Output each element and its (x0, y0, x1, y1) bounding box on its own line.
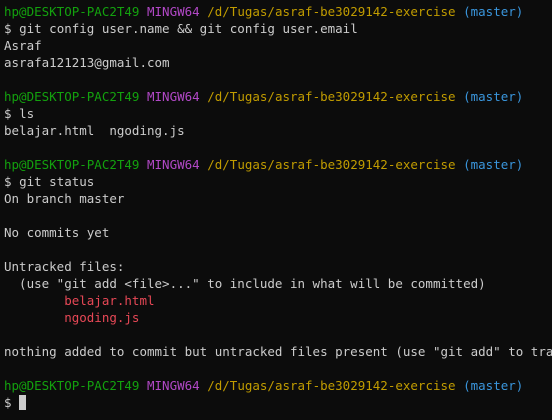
prompt-system: MINGW64 (147, 89, 200, 104)
command-line: $ git status (4, 173, 552, 190)
command-line: $ ls (4, 105, 552, 122)
output-line: On branch master (4, 191, 125, 206)
command-line: $ git config user.name && git config use… (4, 20, 552, 37)
command-text: ls (19, 106, 35, 121)
prompt-user: hp@DESKTOP-PAC2T49 (4, 378, 140, 393)
terminal-window[interactable]: hp@DESKTOP-PAC2T49 MINGW64 /d/Tugas/asra… (0, 0, 552, 420)
output-line: asrafa121213@gmail.com (4, 55, 170, 70)
untracked-file: ngoding.js (4, 310, 140, 325)
prompt-branch: (master) (463, 4, 524, 19)
prompt-symbol: $ (4, 174, 12, 189)
prompt-line: hp@DESKTOP-PAC2T49 MINGW64 /d/Tugas/asra… (4, 156, 552, 173)
prompt-path: /d/Tugas/asraf-be3029142-exercise (207, 89, 456, 104)
prompt-path: /d/Tugas/asraf-be3029142-exercise (207, 4, 456, 19)
prompt-line: hp@DESKTOP-PAC2T49 MINGW64 /d/Tugas/asra… (4, 3, 552, 20)
prompt-symbol: $ (4, 21, 12, 36)
output-line: No commits yet (4, 225, 110, 240)
prompt-user: hp@DESKTOP-PAC2T49 (4, 89, 140, 104)
prompt-symbol: $ (4, 106, 12, 121)
output-line: nothing added to commit but untracked fi… (4, 344, 552, 359)
output-line: Untracked files: (4, 259, 125, 274)
output-line: (use "git add <file>..." to include in w… (4, 276, 486, 291)
prompt-system: MINGW64 (147, 157, 200, 172)
prompt-system: MINGW64 (147, 4, 200, 19)
prompt-user: hp@DESKTOP-PAC2T49 (4, 4, 140, 19)
prompt-system: MINGW64 (147, 378, 200, 393)
prompt-path: /d/Tugas/asraf-be3029142-exercise (207, 378, 456, 393)
input-line[interactable]: $ (4, 394, 552, 411)
prompt-line: hp@DESKTOP-PAC2T49 MINGW64 /d/Tugas/asra… (4, 377, 552, 394)
command-text: git config user.name && git config user.… (19, 21, 358, 36)
prompt-line: hp@DESKTOP-PAC2T49 MINGW64 /d/Tugas/asra… (4, 88, 552, 105)
prompt-path: /d/Tugas/asraf-be3029142-exercise (207, 157, 456, 172)
prompt-branch: (master) (463, 157, 524, 172)
prompt-user: hp@DESKTOP-PAC2T49 (4, 157, 140, 172)
prompt-branch: (master) (463, 89, 524, 104)
output-line: Asraf (4, 38, 42, 53)
text-cursor[interactable] (19, 395, 27, 410)
command-text: git status (19, 174, 95, 189)
prompt-branch: (master) (463, 378, 524, 393)
output-line: belajar.html ngoding.js (4, 123, 185, 138)
prompt-symbol: $ (4, 395, 12, 410)
untracked-file: belajar.html (4, 293, 155, 308)
